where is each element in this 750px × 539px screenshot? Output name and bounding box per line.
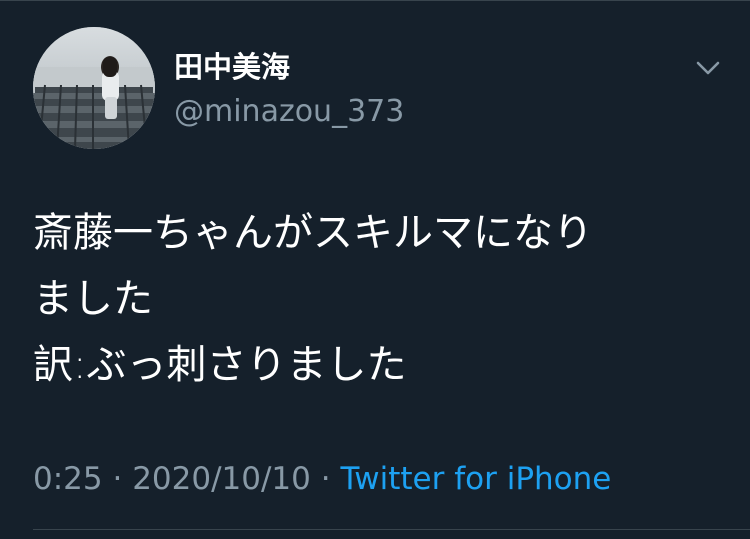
top-divider	[0, 0, 750, 1]
profile-photo-image	[33, 27, 155, 149]
chevron-down-icon[interactable]	[690, 54, 726, 82]
tweet-text-line: 斎藤一ちゃんがスキルマになり	[33, 210, 593, 256]
tweet-text: 斎藤一ちゃんがスキルマになり ました 訳:ぶっ刺さりました	[33, 200, 723, 398]
avatar[interactable]	[33, 27, 155, 149]
display-name[interactable]: 田中美海	[174, 50, 290, 84]
tweet-source-link[interactable]: Twitter for iPhone	[340, 461, 611, 497]
meta-separator: ·	[112, 461, 123, 497]
tweet-date[interactable]: 2020/10/10	[132, 461, 311, 497]
tweet-text-line: 訳:ぶっ刺さりました	[33, 342, 407, 388]
user-handle[interactable]: @minazou_373	[174, 94, 404, 130]
tweet-text-line: ました	[33, 276, 153, 322]
bottom-divider	[33, 529, 750, 530]
tweet-metadata: 0:25 · 2020/10/10 · Twitter for iPhone	[33, 459, 611, 499]
tweet-time[interactable]: 0:25	[33, 461, 103, 497]
tweet-card: 田中美海 @minazou_373 斎藤一ちゃんがスキルマになり ました 訳:ぶ…	[0, 0, 750, 539]
meta-separator: ·	[320, 461, 331, 497]
